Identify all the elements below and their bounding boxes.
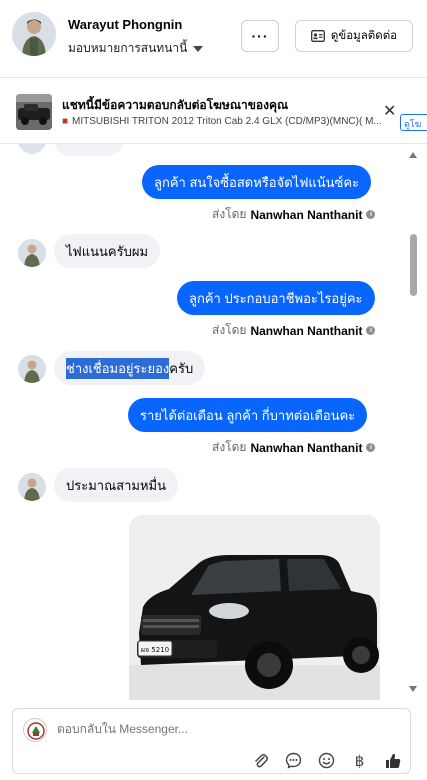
sent-by-line: ส่งโดย Nanwhan Nanthanit i	[212, 321, 376, 340]
assign-label: มอบหมายการสนทนานี้	[68, 41, 188, 55]
paperclip-icon[interactable]	[251, 751, 270, 770]
baht-icon[interactable]: ฿	[350, 751, 369, 770]
info-icon[interactable]: i	[366, 326, 376, 335]
selected-text: ช่างเชื่อมอยู่ระยอง	[66, 357, 170, 379]
info-icon[interactable]: i	[366, 210, 376, 219]
view-ad-link[interactable]: ดูโฆ	[400, 114, 427, 131]
assign-conversation-dropdown[interactable]: มอบหมายการสนทนานี้	[68, 39, 204, 58]
scroll-down-arrow-icon[interactable]	[409, 686, 417, 692]
page-avatar	[23, 718, 47, 742]
sent-by-prefix: ส่งโดย	[212, 323, 247, 337]
sender-name: Nanwhan Nanthanit	[250, 440, 363, 455]
contact-avatar-small[interactable]	[18, 239, 46, 267]
composer-toolbar: ฿	[251, 751, 402, 770]
sender-name: Nanwhan Nanthanit	[250, 323, 363, 338]
close-icon[interactable]: ✕	[383, 101, 396, 121]
car-icon: ■	[62, 116, 69, 127]
ad-reply-banner: แชทนี้มีข้อความตอบกลับต่อโฆษณาของคุณ ■ M…	[0, 78, 427, 144]
sent-by-prefix: ส่งโดย	[212, 440, 247, 454]
reply-input[interactable]	[57, 722, 357, 736]
more-options-button[interactable]: ···	[241, 20, 279, 52]
scrollbar-thumb[interactable]	[410, 234, 417, 296]
view-contact-label: ดูข้อมูลติดต่อ	[330, 30, 398, 42]
contact-name[interactable]: Warayut Phongnin	[68, 17, 182, 32]
thread-scrollbar[interactable]	[406, 146, 420, 696]
incoming-message[interactable]: ประมาณสามหมื่น	[54, 468, 178, 502]
outgoing-message[interactable]: ลูกค้า ประกอบอาชีพอะไรอยู่คะ	[177, 281, 375, 315]
ad-thumbnail	[16, 94, 52, 130]
thumbs-up-icon[interactable]	[383, 751, 402, 770]
incoming-message[interactable]: ช่างเชื่อมอยู่ระยอง ครับ	[54, 351, 206, 385]
view-contact-button[interactable]: ดูข้อมูลติดต่อ	[295, 20, 413, 52]
contact-avatar-small[interactable]	[18, 473, 46, 501]
ad-title: แชทนี้มีข้อความตอบกลับต่อโฆษณาของคุณ	[62, 98, 289, 112]
sent-by-prefix: ส่งโดย	[212, 207, 247, 221]
contact-avatar[interactable]	[12, 12, 56, 56]
ad-subtitle: MITSUBISHI TRITON 2012 Triton Cab 2.4 GL…	[72, 116, 382, 127]
contact-avatar-small[interactable]	[18, 355, 46, 383]
sender-name: Nanwhan Nanthanit	[250, 207, 363, 222]
message-bubble-partial	[54, 144, 124, 156]
message-thread[interactable]: ลูกค้า สนใจซื้อสดหรือจัดไฟแน้นซ์คะ ส่งโด…	[0, 144, 427, 700]
outgoing-message[interactable]: รายได้ต่อเดือน ลูกค้า กี่บาทต่อเดือนคะ	[128, 398, 368, 432]
car-photo-attachment[interactable]: ผจ 5210	[129, 515, 380, 700]
sent-by-line: ส่งโดย Nanwhan Nanthanit i	[212, 205, 376, 224]
scroll-up-arrow-icon[interactable]	[409, 152, 417, 158]
ad-subtitle-row: ■ MITSUBISHI TRITON 2012 Triton Cab 2.4 …	[62, 116, 382, 127]
conversation-header: Warayut Phongnin มอบหมายการสนทนานี้ ··· …	[0, 0, 427, 78]
info-icon[interactable]: i	[366, 443, 376, 452]
incoming-message[interactable]: ไฟแนนครับผม	[54, 234, 161, 268]
message-text-rest: ครับ	[169, 360, 194, 376]
license-plate: ผจ 5210	[141, 646, 169, 654]
emoji-icon[interactable]	[317, 751, 336, 770]
sent-by-line: ส่งโดย Nanwhan Nanthanit i	[212, 438, 376, 457]
outgoing-message[interactable]: ลูกค้า สนใจซื้อสดหรือจัดไฟแน้นซ์คะ	[142, 165, 372, 199]
contact-card-icon	[310, 30, 325, 42]
caret-down-icon	[193, 45, 204, 52]
contact-avatar-small	[18, 144, 46, 154]
chat-bubble-icon[interactable]	[284, 751, 303, 770]
message-composer[interactable]: ฿	[12, 708, 411, 774]
